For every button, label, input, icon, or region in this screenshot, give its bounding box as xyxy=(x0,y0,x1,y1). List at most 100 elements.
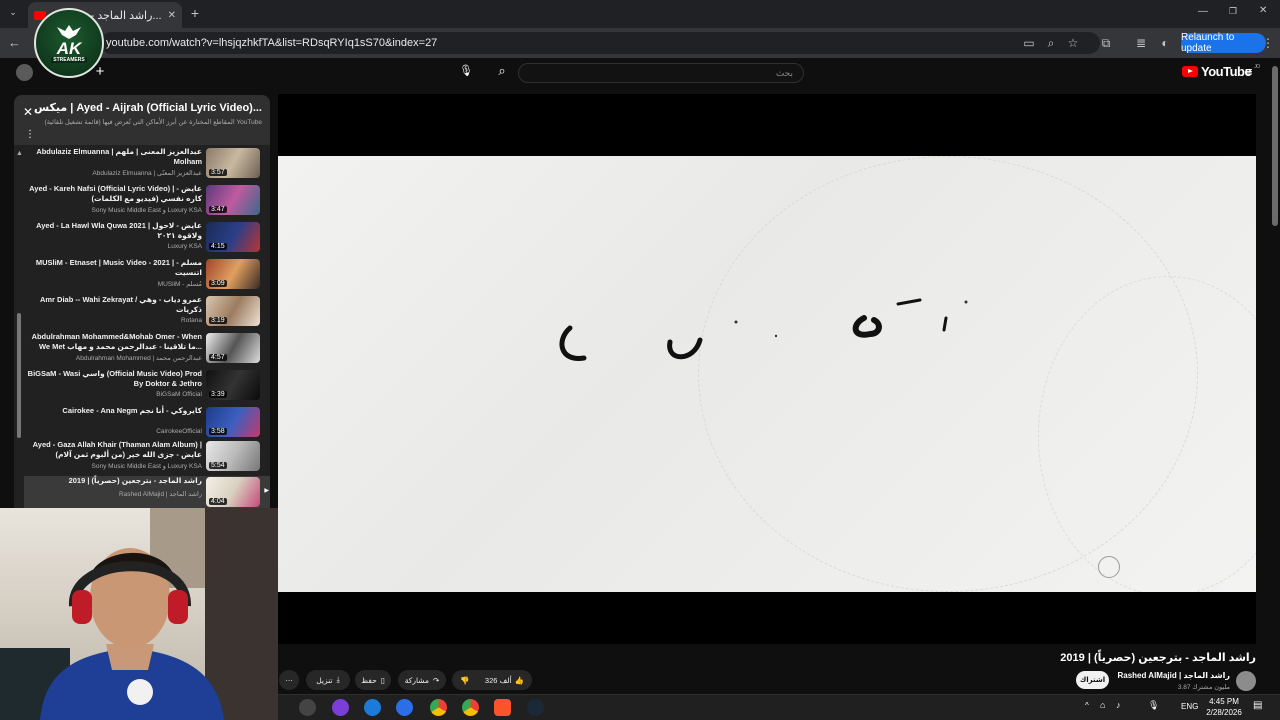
network-icon[interactable]: ⌂ xyxy=(1100,700,1105,710)
webcam-overlay xyxy=(0,508,278,720)
search-input[interactable]: بحث xyxy=(518,63,804,83)
url-text: youtube.com/watch?v=lhsjqzhkfTA&list=RDs… xyxy=(106,37,438,49)
video-thumbnail: 3:58 xyxy=(206,407,260,437)
taskbar-app-icon[interactable] xyxy=(299,699,316,716)
system-clock[interactable]: 4:45 PM 2/28/2026 xyxy=(1200,696,1248,718)
reading-list-icon[interactable]: ≣ xyxy=(1132,34,1150,52)
avatar[interactable] xyxy=(16,64,33,81)
duration-badge: 4:15 xyxy=(209,243,227,250)
dislike-icon[interactable]: 👎 xyxy=(460,676,469,685)
voice-search-icon[interactable]: 🎙 xyxy=(458,64,474,80)
video-title: راشد الماجد - بترجعين (حصرياً) | 2019 xyxy=(1060,652,1256,664)
playlist-item[interactable]: 5:54 Ayed - Gaza Allah Khair (Thaman Ala… xyxy=(24,440,260,477)
playlist-item-title: Abdulrahman Mohammed&Mohab Omer - When W… xyxy=(31,332,202,351)
playlist-item-title: Ayed - Kareh Nafsi (Official Lyric Video… xyxy=(29,184,202,203)
microphone-icon[interactable]: 🎙 xyxy=(1148,700,1159,711)
back-icon[interactable]: ← xyxy=(8,35,21,50)
search-button-icon[interactable]: ⌕ xyxy=(494,63,510,81)
notifications-icon[interactable]: ▤ xyxy=(1253,700,1262,711)
logo-text-main: AK xyxy=(56,39,82,58)
cursor-ring-icon xyxy=(1098,556,1120,578)
playlist-item-channel: BiGSaM Official xyxy=(156,391,202,398)
page-scrollbar[interactable] xyxy=(1272,66,1278,226)
subscribe-button[interactable]: اشتراك xyxy=(1076,671,1109,689)
zoom-icon[interactable]: ⌕ xyxy=(1042,34,1060,52)
address-bar[interactable]: youtube.com/watch?v=lhsjqzhkfTA&list=RDs… xyxy=(100,32,1100,54)
youtube-play-icon xyxy=(1182,66,1198,77)
tray-chevron-icon[interactable]: ^ xyxy=(1085,701,1089,710)
channel-name[interactable]: Rashed AlMajid | راشد الماجد xyxy=(1117,671,1230,680)
playlist-item-channel: MUSliM - مُسلم xyxy=(157,281,202,288)
chrome-taskbar-icon[interactable] xyxy=(462,699,479,716)
profile-icon[interactable]: ◐ xyxy=(1156,34,1174,52)
playlist-item[interactable]: 3:58 Cairokee - Ana Negm كايروكي - أنا ن… xyxy=(24,406,260,443)
taskbar-app-icon[interactable] xyxy=(332,699,349,716)
chrome-taskbar-icon[interactable] xyxy=(430,699,447,716)
channel-avatar[interactable] xyxy=(1236,671,1256,691)
cast-icon[interactable]: ▭ xyxy=(1020,34,1038,52)
playlist-subtitle: المقاطع المختارة عن أبرز الأماكن التي تُ… xyxy=(44,119,262,126)
playlist-item-title: Ayed - La Hawl Wla Quwa 2021 | عايض - لا… xyxy=(36,221,202,240)
steam-taskbar-icon[interactable] xyxy=(527,699,544,716)
windows-taskbar xyxy=(278,694,1280,720)
tab-search-icon[interactable]: ⌄ xyxy=(6,7,20,21)
browser-tab-bar: ⌄ راشد الماجد - بتر... ✕ + — ❐ ✕ xyxy=(0,0,1280,28)
save-button[interactable]: حفظ ▯ xyxy=(355,670,391,690)
save-icon: ▯ xyxy=(380,675,385,685)
playlist-panel: ✕ ⋮ ميكس | Ayed - Aijrah (Official Lyric… xyxy=(14,95,270,515)
video-thumbnail: 3:47 xyxy=(206,185,260,215)
extensions-icon[interactable]: ⧉ xyxy=(1097,34,1115,52)
minimize-icon[interactable]: — xyxy=(1198,6,1208,17)
playlist-item[interactable]: 3:57 Abdulaziz Elmuanna | عبدالعزيز المع… xyxy=(24,147,260,184)
video-thumbnail: 4:57 xyxy=(206,333,260,363)
playlist-item-channel: Sony Music Middle East و Luxury KSA xyxy=(91,463,202,470)
playlist-close-icon[interactable]: ✕ xyxy=(23,105,33,119)
more-actions-button[interactable]: ⋯ xyxy=(279,670,299,690)
duration-badge: 3:09 xyxy=(209,280,227,287)
download-label: تنزيل xyxy=(316,675,333,685)
restore-icon[interactable]: ❐ xyxy=(1229,6,1237,17)
duration-badge: 3:19 xyxy=(209,317,227,324)
playlist-title: ميكس | Ayed - Aijrah (Official Lyric Vid… xyxy=(33,102,262,114)
duration-badge: 5:54 xyxy=(209,462,227,469)
share-button[interactable]: مشاركة ↷ xyxy=(398,670,446,690)
playlist-item-title: Ayed - Gaza Allah Khair (Thaman Alam Alb… xyxy=(32,440,202,459)
playlist-scrollbar[interactable] xyxy=(17,313,21,438)
clock-date: 2/28/2026 xyxy=(1206,708,1242,717)
bookmark-star-icon[interactable]: ☆ xyxy=(1064,34,1082,52)
calligraphy-art xyxy=(559,298,968,361)
playlist-item-channel: Luxury KSA xyxy=(167,243,202,250)
video-thumbnail: 3:09 xyxy=(206,259,260,289)
playlist-item[interactable]: 4:57 Abdulrahman Mohammed&Mohab Omer - W… xyxy=(24,332,260,369)
like-button[interactable]: 326 ألف 👍 xyxy=(485,676,524,685)
taskbar-app-icon[interactable] xyxy=(364,699,381,716)
youtube-logo-text: YouTube xyxy=(1201,64,1252,79)
video-player[interactable] xyxy=(278,94,1256,644)
language-indicator[interactable]: ENG xyxy=(1181,702,1198,711)
playlist-item[interactable]: 3:39 BiGSaM - Wasi واسي (Official Music … xyxy=(24,369,260,406)
playlist-item[interactable]: 4:15 Ayed - La Hawl Wla Quwa 2021 | عايض… xyxy=(24,221,260,258)
playlist-item[interactable]: 3:09 MUSliM - Etnaset | Music Video - 20… xyxy=(24,258,260,295)
video-thumbnail: 4:04 xyxy=(206,477,260,507)
duration-badge: 3:57 xyxy=(209,169,227,176)
chrome-menu-icon[interactable]: ⋮ xyxy=(1259,34,1277,52)
duration-badge: 4:57 xyxy=(209,354,227,361)
playlist-item-channel: Abdulaziz Elmuanna | عبدالعزيز المعنّى xyxy=(92,170,202,177)
playlist-item[interactable]: 3:19 Amr Diab -- Wahi Zekrayat / عمرو دي… xyxy=(24,295,260,332)
window-close-icon[interactable]: ✕ xyxy=(1259,5,1267,16)
share-label: مشاركة xyxy=(404,675,429,685)
clock-time: 4:45 PM xyxy=(1209,697,1239,706)
relaunch-button[interactable]: Relaunch to update xyxy=(1181,32,1266,54)
playlist-item[interactable]: 3:47 Ayed - Kareh Nafsi (Official Lyric … xyxy=(24,184,260,221)
playlist-item-channel: Rotana xyxy=(181,317,202,324)
download-button[interactable]: تنزيل ⤓ xyxy=(306,670,350,690)
guide-menu-icon[interactable]: ≡ xyxy=(1245,64,1253,79)
playlist-more-icon[interactable]: ⋮ xyxy=(25,129,35,140)
scroll-up-icon[interactable]: ▲ xyxy=(16,150,23,157)
tab-close-icon[interactable]: ✕ xyxy=(168,10,176,21)
volume-icon[interactable]: ♪ xyxy=(1116,700,1121,710)
video-thumbnail: 3:57 xyxy=(206,148,260,178)
new-tab-icon[interactable]: + xyxy=(188,5,202,21)
brave-taskbar-icon[interactable] xyxy=(494,699,511,716)
taskbar-app-icon[interactable] xyxy=(396,699,413,716)
